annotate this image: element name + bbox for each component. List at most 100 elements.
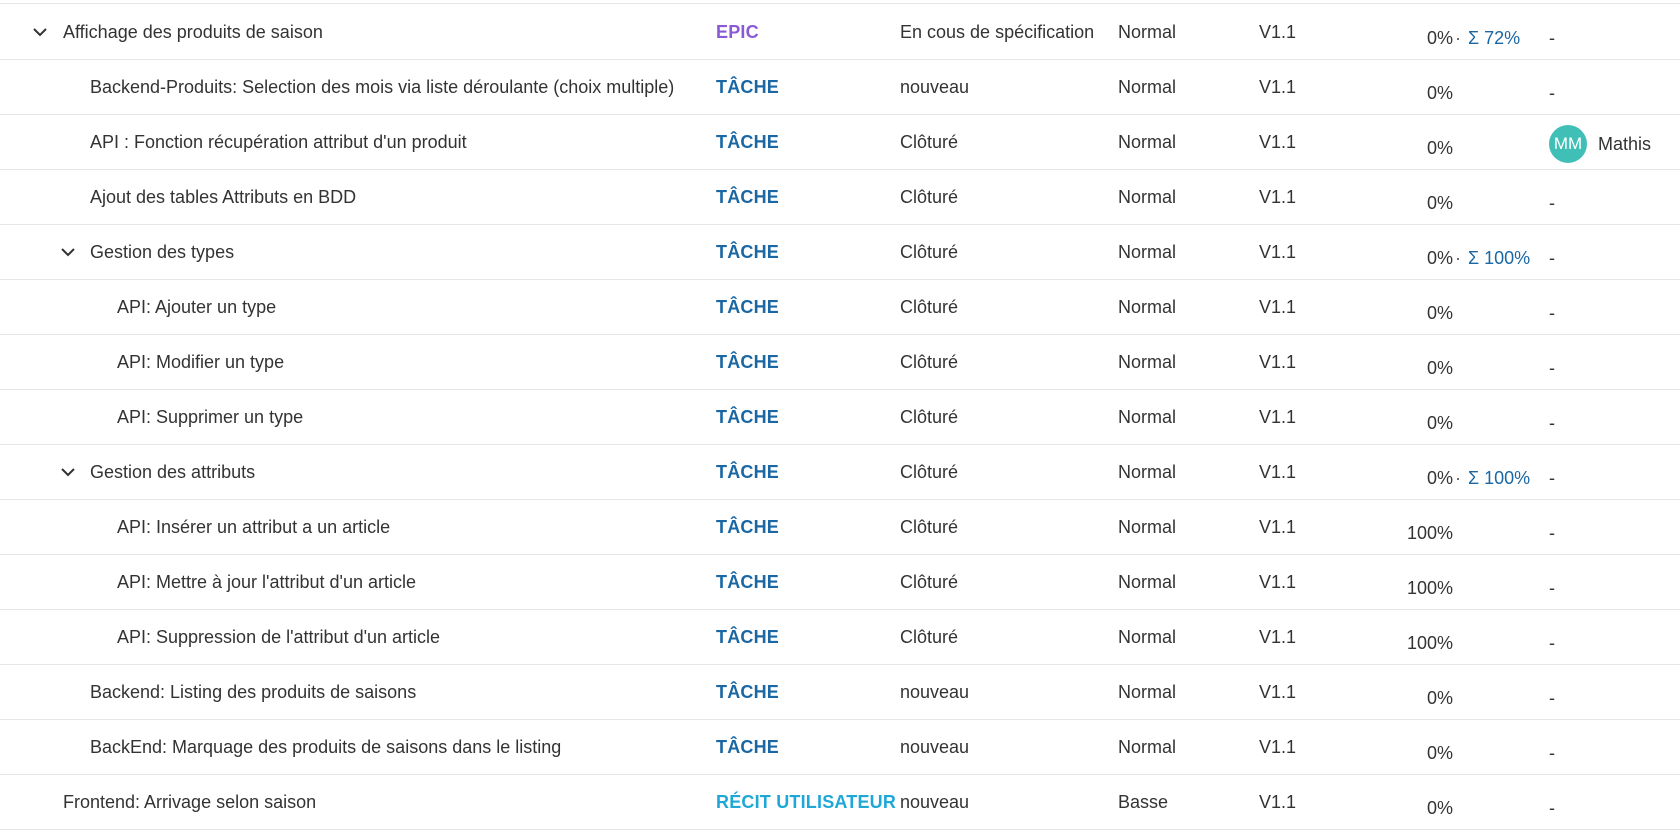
status-cell[interactable]: Clôturé <box>900 187 958 208</box>
progress-cell[interactable]: 100% <box>1407 633 1453 654</box>
assignee-cell[interactable]: - <box>1549 578 1555 599</box>
assignee-cell[interactable]: - <box>1549 83 1555 104</box>
table-row[interactable]: API: Modifier un type TÂCHE Clôturé Normal V… <box>0 335 1680 390</box>
version-cell[interactable]: V1.1 <box>1259 352 1296 373</box>
progress-cell[interactable]: 0% <box>1427 743 1453 764</box>
status-cell[interactable]: nouveau <box>900 737 969 758</box>
table-row[interactable]: API : Fonction récupération attribut d'u… <box>0 115 1680 170</box>
table-row[interactable]: Backend: Listing des produits de saisons… <box>0 665 1680 720</box>
priority-cell[interactable]: Normal <box>1118 737 1176 758</box>
assignee-cell[interactable]: MM Mathis <box>1549 125 1651 163</box>
subject-link[interactable]: API: Insérer un attribut a un article <box>117 517 390 538</box>
priority-cell[interactable]: Normal <box>1118 627 1176 648</box>
priority-cell[interactable]: Normal <box>1118 352 1176 373</box>
progress-cell[interactable]: 0% <box>1427 28 1453 49</box>
priority-cell[interactable]: Normal <box>1118 242 1176 263</box>
version-cell[interactable]: V1.1 <box>1259 407 1296 428</box>
version-cell[interactable]: V1.1 <box>1259 242 1296 263</box>
chevron-down-icon[interactable] <box>60 466 76 478</box>
assignee-cell[interactable]: - <box>1549 413 1555 434</box>
subject-link[interactable]: Backend-Produits: Selection des mois via… <box>90 77 674 98</box>
subject-link[interactable]: API: Supprimer un type <box>117 407 303 428</box>
subject-link[interactable]: Gestion des attributs <box>90 462 255 483</box>
table-row[interactable]: Ajout des tables Attributs en BDD TÂCHE Cl… <box>0 170 1680 225</box>
assignee-cell[interactable]: - <box>1549 633 1555 654</box>
priority-cell[interactable]: Basse <box>1118 792 1168 813</box>
priority-cell[interactable]: Normal <box>1118 77 1176 98</box>
subject-link[interactable]: API : Fonction récupération attribut d'u… <box>90 132 467 153</box>
subject-link[interactable]: BackEnd: Marquage des produits de saison… <box>90 737 561 758</box>
progress-cell[interactable]: 100% <box>1407 578 1453 599</box>
status-cell[interactable]: Clôturé <box>900 352 958 373</box>
subject-link[interactable]: API: Ajouter un type <box>117 297 276 318</box>
priority-cell[interactable]: Normal <box>1118 462 1176 483</box>
table-row[interactable]: API: Supprimer un type TÂCHE Clôturé Normal… <box>0 390 1680 445</box>
priority-cell[interactable]: Normal <box>1118 572 1176 593</box>
progress-sum-link[interactable]: Σ 100% <box>1468 248 1530 268</box>
subject-link[interactable]: Affichage des produits de saison <box>63 22 323 43</box>
progress-cell[interactable]: 0% <box>1427 193 1453 214</box>
subject-link[interactable]: Frontend: Arrivage selon saison <box>63 792 316 813</box>
priority-cell[interactable]: Normal <box>1118 297 1176 318</box>
table-row[interactable]: Gestion des types TÂCHE Clôturé Normal V1.1 0… <box>0 225 1680 280</box>
progress-cell[interactable]: 0% <box>1427 138 1453 159</box>
version-cell[interactable]: V1.1 <box>1259 462 1296 483</box>
subject-link[interactable]: API: Suppression de l'attribut d'un arti… <box>117 627 440 648</box>
version-cell[interactable]: V1.1 <box>1259 187 1296 208</box>
table-row[interactable]: API: Suppression de l'attribut d'un arti… <box>0 610 1680 665</box>
table-row[interactable]: Affichage des produits de saison EPIC En c… <box>0 5 1680 60</box>
priority-cell[interactable]: Normal <box>1118 22 1176 43</box>
version-cell[interactable]: V1.1 <box>1259 572 1296 593</box>
version-cell[interactable]: V1.1 <box>1259 297 1296 318</box>
version-cell[interactable]: V1.1 <box>1259 77 1296 98</box>
status-cell[interactable]: Clôturé <box>900 627 958 648</box>
subject-link[interactable]: Gestion des types <box>90 242 234 263</box>
version-cell[interactable]: V1.1 <box>1259 517 1296 538</box>
status-cell[interactable]: nouveau <box>900 682 969 703</box>
assignee-cell[interactable]: - <box>1549 688 1555 709</box>
priority-cell[interactable]: Normal <box>1118 132 1176 153</box>
version-cell[interactable]: V1.1 <box>1259 22 1296 43</box>
progress-cell[interactable]: 0% <box>1427 303 1453 324</box>
progress-cell[interactable]: 0% <box>1427 83 1453 104</box>
chevron-down-icon[interactable] <box>32 26 48 38</box>
assignee-cell[interactable]: - <box>1549 798 1555 819</box>
progress-cell[interactable]: 0% <box>1427 358 1453 379</box>
progress-sum-link[interactable]: Σ 72% <box>1468 28 1520 48</box>
table-row[interactable]: Gestion des attributs TÂCHE Clôturé Normal V… <box>0 445 1680 500</box>
progress-cell[interactable]: 0% <box>1427 413 1453 434</box>
table-row[interactable]: API: Insérer un attribut a un article TÂC… <box>0 500 1680 555</box>
assignee-cell[interactable]: - <box>1549 248 1555 269</box>
status-cell[interactable]: nouveau <box>900 77 969 98</box>
subject-link[interactable]: API: Mettre à jour l'attribut d'un artic… <box>117 572 416 593</box>
status-cell[interactable]: Clôturé <box>900 132 958 153</box>
version-cell[interactable]: V1.1 <box>1259 737 1296 758</box>
assignee-cell[interactable]: - <box>1549 28 1555 49</box>
subject-link[interactable]: Ajout des tables Attributs en BDD <box>90 187 356 208</box>
status-cell[interactable]: Clôturé <box>900 462 958 483</box>
status-cell[interactable]: Clôturé <box>900 242 958 263</box>
progress-cell[interactable]: 0% <box>1427 468 1453 489</box>
progress-cell[interactable]: 100% <box>1407 523 1453 544</box>
priority-cell[interactable]: Normal <box>1118 187 1176 208</box>
status-cell[interactable]: nouveau <box>900 792 969 813</box>
status-cell[interactable]: En cous de spécification <box>900 22 1094 43</box>
version-cell[interactable]: V1.1 <box>1259 792 1296 813</box>
progress-cell[interactable]: 0% <box>1427 248 1453 269</box>
status-cell[interactable]: Clôturé <box>900 517 958 538</box>
status-cell[interactable]: Clôturé <box>900 407 958 428</box>
priority-cell[interactable]: Normal <box>1118 682 1176 703</box>
table-row[interactable]: Frontend: Arrivage selon saison RÉCIT UTI… <box>0 775 1680 830</box>
table-row[interactable]: Backend-Produits: Selection des mois via… <box>0 60 1680 115</box>
assignee-cell[interactable]: - <box>1549 743 1555 764</box>
chevron-down-icon[interactable] <box>60 246 76 258</box>
priority-cell[interactable]: Normal <box>1118 407 1176 428</box>
status-cell[interactable]: Clôturé <box>900 297 958 318</box>
progress-cell[interactable]: 0% <box>1427 798 1453 819</box>
assignee-cell[interactable]: - <box>1549 193 1555 214</box>
assignee-cell[interactable]: - <box>1549 523 1555 544</box>
assignee-cell[interactable]: - <box>1549 303 1555 324</box>
subject-link[interactable]: API: Modifier un type <box>117 352 284 373</box>
subject-link[interactable]: Backend: Listing des produits de saisons <box>90 682 416 703</box>
priority-cell[interactable]: Normal <box>1118 517 1176 538</box>
